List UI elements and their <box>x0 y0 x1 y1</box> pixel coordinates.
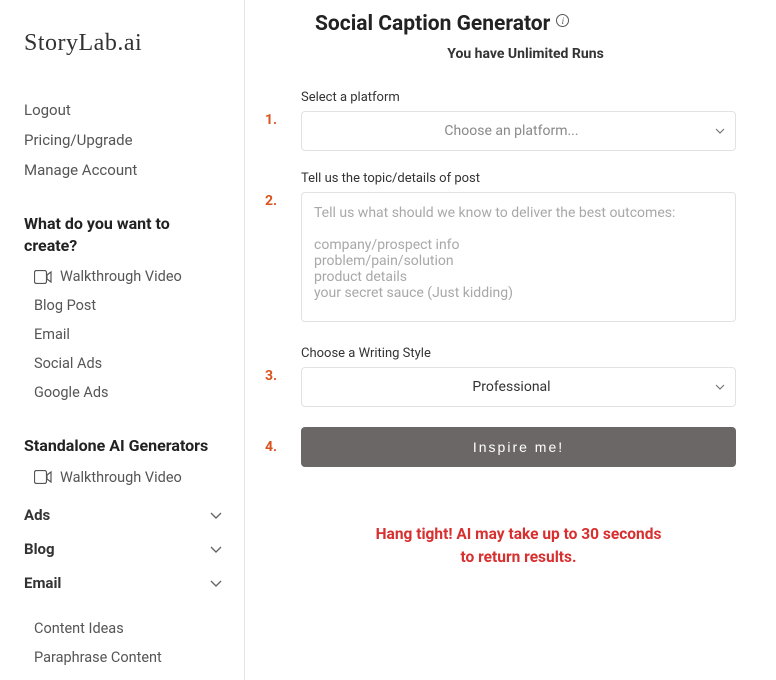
pricing-link[interactable]: Pricing/Upgrade <box>24 125 224 155</box>
sidebar-item-label: Walkthrough Video <box>60 469 182 486</box>
step-number: 3. <box>265 346 301 384</box>
sidebar-item-content-ideas[interactable]: Content Ideas <box>24 614 224 643</box>
sidebar-item-google-ads[interactable]: Google Ads <box>24 378 224 407</box>
chevron-down-icon <box>208 541 224 557</box>
sidebar: StoryLab.ai Logout Pricing/Upgrade Manag… <box>0 0 245 680</box>
expandable-nav: Ads Blog Email <box>24 498 224 600</box>
wait-line-2: to return results. <box>301 546 736 569</box>
expand-blog[interactable]: Blog <box>24 532 224 566</box>
step-label: Select a platform <box>301 90 736 105</box>
sidebar-item-label: Walkthrough Video <box>60 268 182 285</box>
expand-label: Email <box>24 574 61 592</box>
sidebar-item-walkthrough[interactable]: Walkthrough Video <box>24 262 224 291</box>
wait-line-1: Hang tight! AI may take up to 30 seconds <box>301 523 736 546</box>
chevron-down-icon <box>208 507 224 523</box>
step-label: Tell us the topic/details of post <box>301 171 736 186</box>
expand-ads[interactable]: Ads <box>24 498 224 532</box>
sidebar-item-paraphrase[interactable]: Paraphrase Content <box>24 643 224 672</box>
standalone-nav: Walkthrough Video <box>24 463 224 492</box>
logout-link[interactable]: Logout <box>24 95 224 125</box>
step-4: 4. Inspire me! <box>265 427 736 467</box>
platform-select[interactable]: Choose an platform... <box>301 111 736 151</box>
expand-email[interactable]: Email <box>24 566 224 600</box>
runs-remaining: You have Unlimited Runs <box>315 46 736 62</box>
style-select[interactable]: Professional <box>301 367 736 407</box>
sidebar-item-social-captions[interactable]: Social Captions <box>24 672 224 680</box>
main-content: Social Caption Generator i You have Unli… <box>245 0 776 680</box>
sidebar-item-walkthrough-2[interactable]: Walkthrough Video <box>24 463 224 492</box>
standalone-heading: Standalone AI Generators <box>24 435 224 457</box>
step-label: Choose a Writing Style <box>301 346 736 361</box>
topic-textarea[interactable] <box>301 192 736 322</box>
sidebar-item-social-ads[interactable]: Social Ads <box>24 349 224 378</box>
sidebar-item-blog-post[interactable]: Blog Post <box>24 291 224 320</box>
step-3: 3. Choose a Writing Style Professional <box>265 346 736 407</box>
video-icon <box>34 470 52 484</box>
create-nav: Walkthrough Video Blog Post Email Social… <box>24 262 224 407</box>
info-icon[interactable]: i <box>556 14 569 27</box>
logo: StoryLab.ai <box>24 30 224 57</box>
inspire-button[interactable]: Inspire me! <box>301 427 736 467</box>
expand-label: Ads <box>24 506 50 524</box>
wait-message: Hang tight! AI may take up to 30 seconds… <box>301 523 736 570</box>
page-title: Social Caption Generator <box>315 12 550 36</box>
video-icon <box>34 270 52 284</box>
create-heading: What do you want to create? <box>24 213 224 256</box>
expand-label: Blog <box>24 540 55 558</box>
sidebar-item-email[interactable]: Email <box>24 320 224 349</box>
bottom-nav: Content Ideas Paraphrase Content Social … <box>24 614 224 680</box>
step-number: 2. <box>265 171 301 209</box>
step-number: 4. <box>265 427 301 455</box>
step-2: 2. Tell us the topic/details of post <box>265 171 736 326</box>
page-title-row: Social Caption Generator i <box>315 12 736 36</box>
account-links: Logout Pricing/Upgrade Manage Account <box>24 95 224 185</box>
manage-account-link[interactable]: Manage Account <box>24 155 224 185</box>
chevron-down-icon <box>208 575 224 591</box>
step-1: 1. Select a platform Choose an platform.… <box>265 90 736 151</box>
step-number: 1. <box>265 90 301 128</box>
